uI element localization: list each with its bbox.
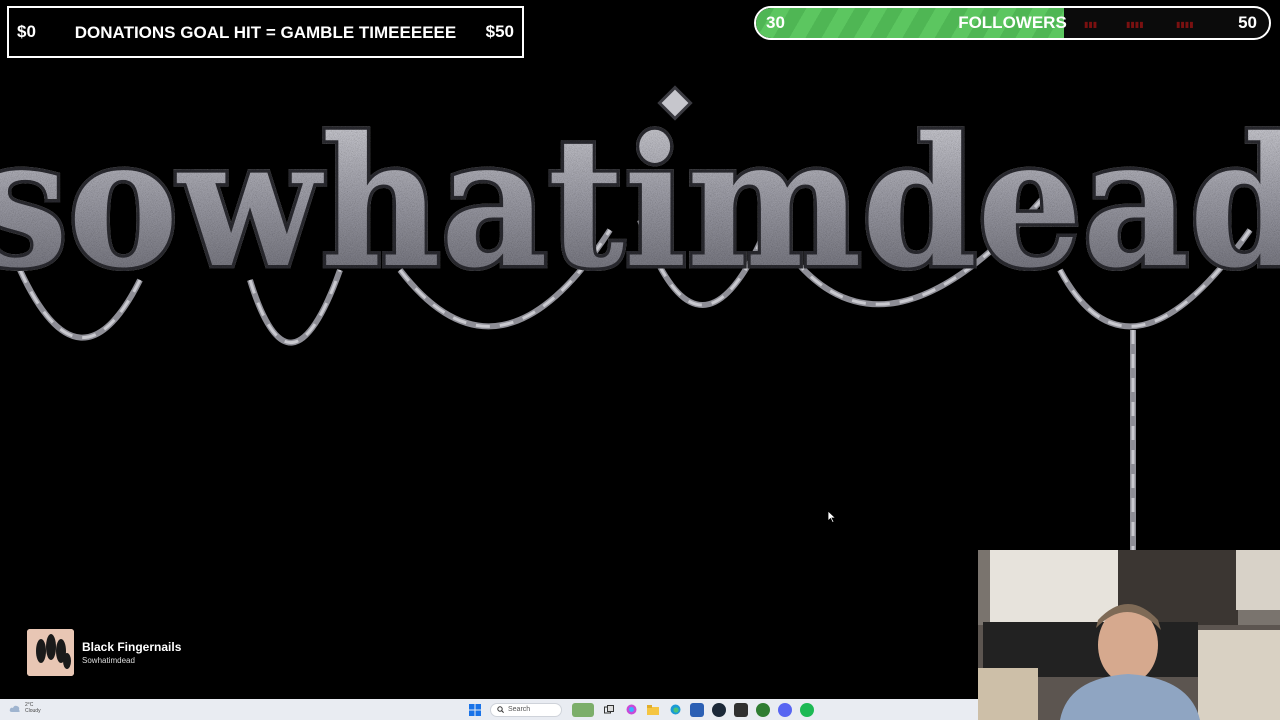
faint-stat-overlay: ▮▮▮▮ [1176, 20, 1194, 29]
weather-widget[interactable]: 2°C Cloudy [9, 702, 41, 714]
edge-icon[interactable] [668, 703, 682, 717]
faint-stat-overlay: ▮▮▮▮ [1126, 20, 1144, 29]
donation-start-amount: $0 [17, 22, 36, 41]
steam-icon[interactable] [712, 702, 726, 717]
obs-icon[interactable] [734, 702, 748, 717]
search-placeholder: Search [508, 706, 531, 713]
cloud-icon [9, 705, 20, 712]
followers-goal-count: 50 [1238, 13, 1257, 32]
donation-goal-widget: $0 DONATIONS GOAL HIT = GAMBLE TIMEEEEEE… [7, 6, 524, 58]
store-icon[interactable] [690, 702, 704, 717]
copilot-icon[interactable] [624, 703, 638, 717]
windows-taskbar: 2°C Cloudy Search [0, 699, 978, 720]
donation-goal-text: DONATIONS GOAL HIT = GAMBLE TIMEEEEEE [74, 22, 457, 42]
logo-text: sowhatimdead [0, 98, 1280, 307]
sowhatimdead-chain-logo: sowhatimdead [0, 85, 1280, 550]
search-icon [497, 706, 504, 713]
donation-end-amount: $50 [485, 22, 514, 41]
track-title: Black Fingernails [82, 639, 182, 654]
weather-condition: Cloudy [25, 708, 41, 714]
discord-icon[interactable] [778, 702, 792, 717]
xbox-icon[interactable] [756, 702, 770, 717]
album-art [27, 628, 74, 676]
track-artist: Sowhatimdead [82, 655, 135, 665]
spotify-icon[interactable] [800, 702, 814, 717]
taskbar-search-box[interactable]: Search [490, 702, 562, 717]
task-view-icon[interactable] [602, 703, 616, 717]
mouse-cursor-icon [828, 511, 836, 523]
now-playing-widget: Black Fingernails Sowhatimdead [27, 628, 181, 676]
widgets-icon[interactable] [572, 702, 594, 717]
file-explorer-icon[interactable] [646, 703, 660, 717]
webcam-feed [978, 550, 1280, 720]
faint-stat-overlay: ▮▮▮ [1084, 20, 1098, 29]
windows-start-icon[interactable] [468, 703, 482, 717]
followers-goal-bar: 30 FOLLOWERS 50 ▮▮▮ ▮▮▮▮ ▮▮▮▮ [754, 6, 1271, 40]
